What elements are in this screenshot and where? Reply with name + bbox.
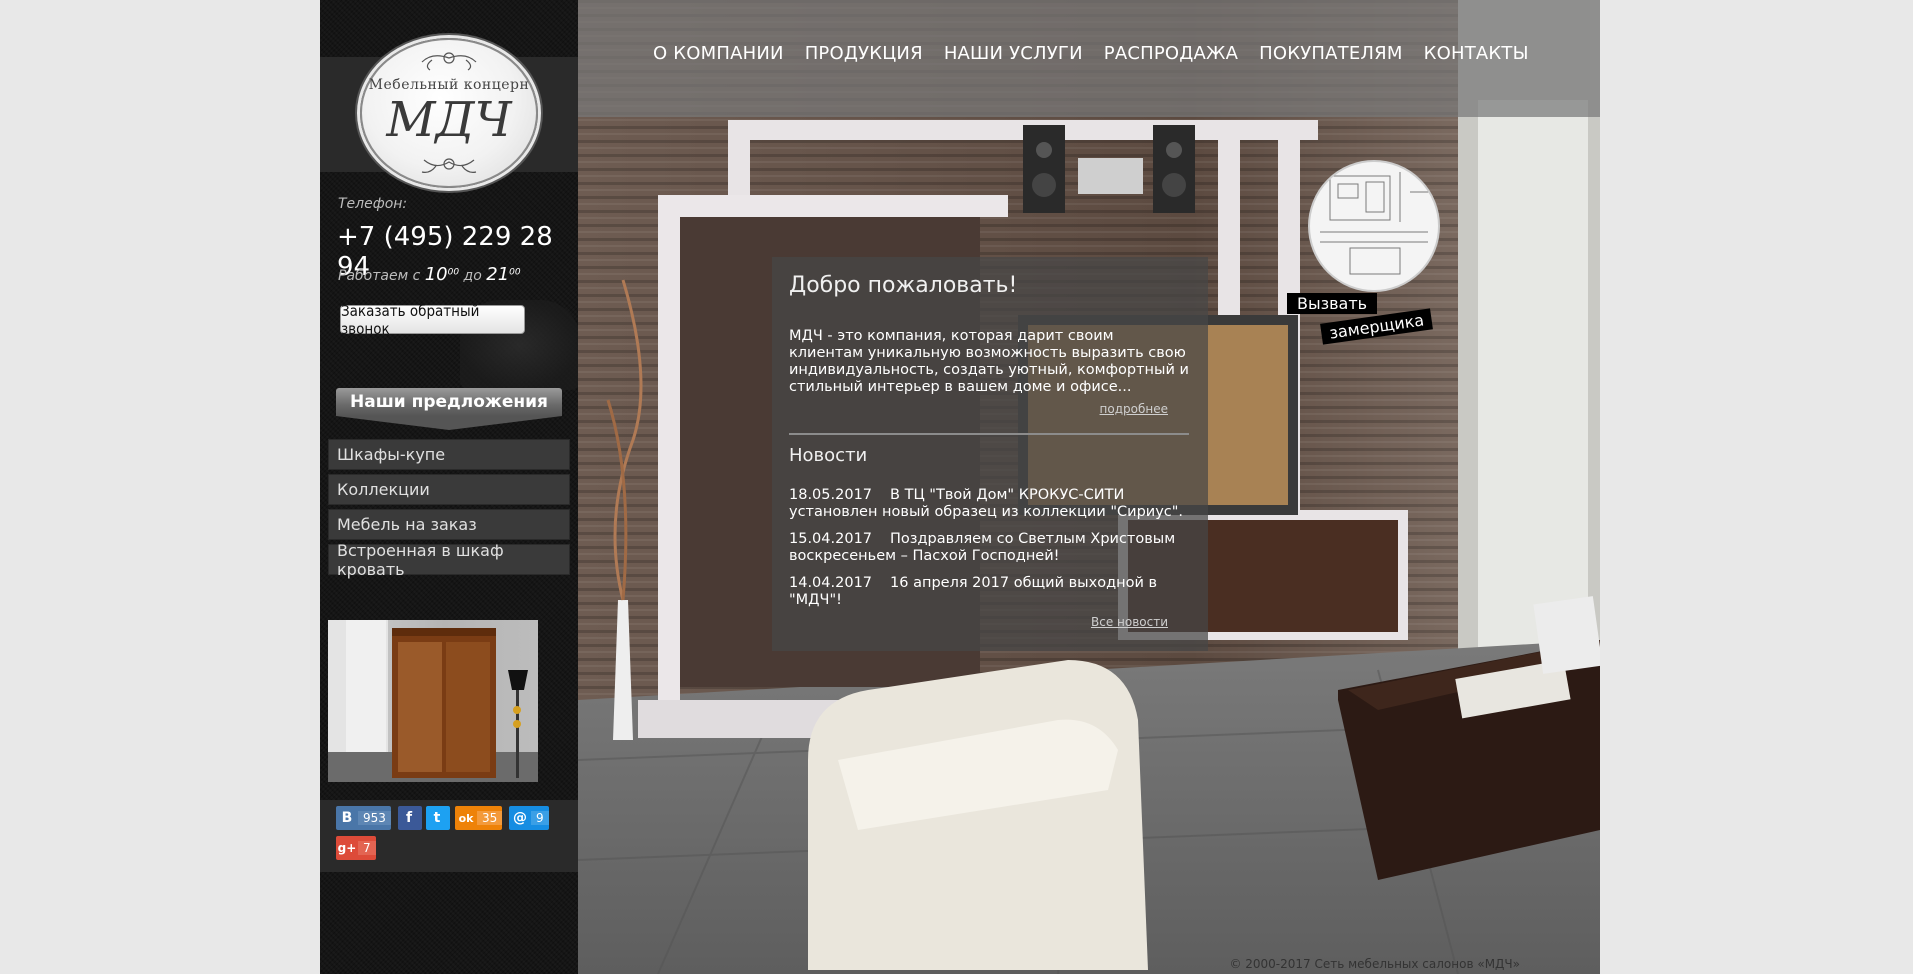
news-item[interactable]: 15.04.2017 Поздравляем со Светлым Христов… [789,531,1189,565]
promo-wardrobe-image[interactable] [328,620,538,782]
twitter-share-button[interactable]: t [426,806,450,830]
nav-products[interactable]: ПРОДУКЦИЯ [805,43,923,64]
offers-item-collections[interactable]: Коллекции [328,474,570,505]
nav-customers[interactable]: ПОКУПАТЕЛЯМ [1259,43,1402,64]
nav-contacts[interactable]: КОНТАКТЫ [1424,43,1529,64]
offers-item-wardrobe-bed[interactable]: Встроенная в шкаф кровать [328,541,570,579]
logo-big-text: МДЧ [386,92,512,148]
news-item[interactable]: 18.05.2017 В ТЦ "Твой Дом" КРОКУС-СИТИ ус… [789,487,1189,521]
hours-to-min: 00 [509,267,521,278]
blueprint-drawing [1320,172,1430,275]
vk-count: 953 [358,811,391,825]
offers-menu: Шкафы-купе Коллекции Мебель на заказ Вст… [328,439,570,579]
facebook-icon: f [405,810,413,826]
offers-heading-label: Наши предложения [350,392,548,412]
nav-services[interactable]: НАШИ УСЛУГИ [944,43,1083,64]
offers-item-custom-furniture[interactable]: Мебель на заказ [328,509,570,540]
welcome-panel: Добро пожаловать! МДЧ - это компания, ко… [772,257,1208,651]
nav-about[interactable]: О КОМПАНИИ [653,43,784,64]
googleplus-icon: g+ [337,841,357,855]
facebook-share-button[interactable]: f [398,806,422,830]
all-news-link[interactable]: Все новости [1091,615,1168,629]
hours-to: 21 [486,264,510,285]
mailru-count: 9 [531,811,549,825]
googleplus-share-button[interactable]: g+ 7 [336,836,376,860]
googleplus-count: 7 [358,841,376,855]
logo[interactable]: Мебельный концерн МДЧ [360,38,538,188]
welcome-title: Добро пожаловать! [789,273,1018,298]
vk-icon: B [341,810,353,826]
offers-item-wardrobes[interactable]: Шкафы-купе [328,439,570,470]
news-date: 15.04.2017 [789,531,873,547]
mailru-share-button[interactable]: @ 9 [509,806,549,830]
mailru-icon: @ [513,810,527,826]
offers-heading-arrow [336,416,562,430]
call-measurer-button[interactable]: Вызвать замерщика [1283,160,1448,345]
welcome-text: МДЧ - это компания, которая дарит своим … [789,328,1189,395]
welcome-more-link[interactable]: подробнее [1100,402,1168,416]
offers-heading: Наши предложения [336,388,562,432]
news-list: 18.05.2017 В ТЦ "Твой Дом" КРОКУС-СИТИ ус… [789,487,1189,619]
hours-from: 10 [424,264,448,285]
welcome-divider [789,433,1189,435]
news-item[interactable]: 14.04.2017 16 апреля 2017 общий выходной … [789,575,1189,609]
twitter-icon: t [433,810,441,826]
callback-button[interactable]: Заказать обратный звонок [340,302,525,338]
main-nav: О КОМПАНИИ ПРОДУКЦИЯ НАШИ УСЛУГИ РАСПРОД… [653,43,1529,64]
logo-small-text: Мебельный концерн [368,77,530,93]
copyright: © 2000-2017 Сеть мебельных салонов «МДЧ» [1229,957,1520,971]
news-date: 18.05.2017 [789,487,873,503]
hours-prefix: Работаем с [338,268,421,284]
blueprint-icon [1308,160,1440,292]
hero: О КОМПАНИИ ПРОДУКЦИЯ НАШИ УСЛУГИ РАСПРОД… [578,0,1600,974]
odnoklassniki-share-button[interactable]: ok 35 [455,806,503,830]
phone-label: Телефон: [338,196,408,212]
vk-share-button[interactable]: B 953 [336,806,391,830]
working-hours: Работаем с 1000 до 2100 [338,264,521,285]
page: Мебельный концерн МДЧ Телефон: +7 (495) … [320,0,1600,974]
wardrobe-illustration [328,620,538,782]
odnoklassniki-count: 35 [477,811,503,825]
nav-sale[interactable]: РАСПРОДАЖА [1104,43,1238,64]
call-measurer-label-1: Вызвать [1287,293,1378,314]
odnoklassniki-icon: ok [458,811,474,825]
hours-mid: до [463,268,482,284]
hours-from-min: 00 [447,267,460,278]
news-date: 14.04.2017 [789,575,873,591]
news-title: Новости [789,445,868,466]
sidebar: Мебельный концерн МДЧ Телефон: +7 (495) … [320,0,580,974]
